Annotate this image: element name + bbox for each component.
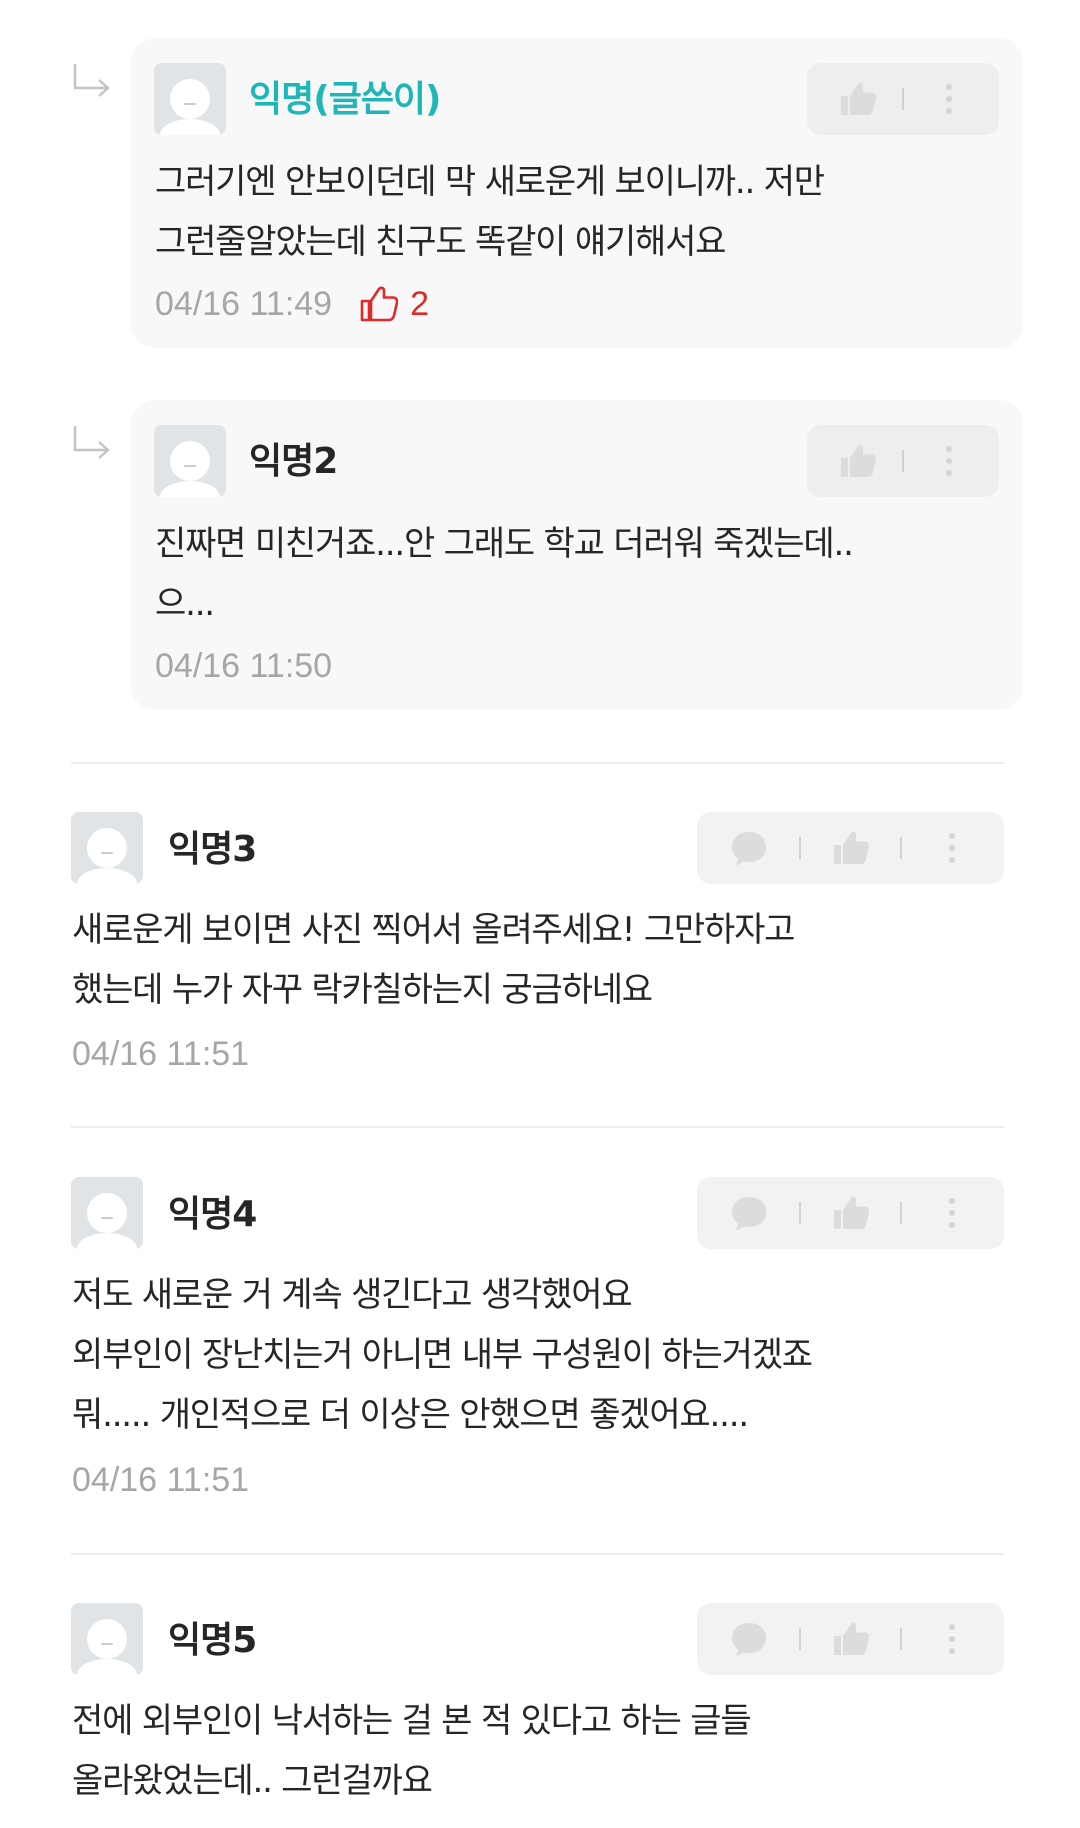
comment-line: 했는데 누가 자꾸 락카칠하는지 궁금하네요 [72, 970, 653, 1010]
comment-actions [697, 1177, 1004, 1249]
comment-line: 새로운게 보이면 사진 찍어서 올려주세요! 그만하자고 [72, 910, 795, 950]
comment-line: 뭐..... 개인적으로 더 이상은 안했으면 좋겠어요.... [72, 1395, 749, 1435]
divider [71, 1126, 1004, 1128]
reply-comment: 익명(글쓴이) 그러기엔 안보이던데 막 새로운게 보이니까.. 저만 그런줄알… [131, 38, 1023, 348]
thumbs-up-icon [830, 1619, 870, 1659]
reply-button[interactable] [727, 1191, 771, 1235]
avatar[interactable] [154, 425, 226, 497]
action-divider [900, 837, 903, 859]
more-vertical-icon [946, 1619, 958, 1659]
divider [71, 762, 1004, 764]
comment-body: 전에 외부인이 낙서하는 걸 본 적 있다고 하는 글들 올라왔었는데.. 그런… [72, 1691, 752, 1811]
timestamp: 04/16 11:51 [72, 1035, 250, 1073]
reply-button[interactable] [727, 1617, 771, 1661]
nickname: 익명2 [249, 441, 338, 482]
thumbs-up-outline-icon [360, 286, 399, 322]
comment-line: 그런줄알았는데 친구도 똑같이 얘기해서요 [155, 222, 726, 262]
avatar[interactable] [71, 1603, 143, 1675]
nickname: 익명3 [168, 829, 257, 870]
reply-arrow-icon [71, 62, 115, 106]
divider [71, 1553, 1004, 1555]
action-divider [798, 1628, 801, 1650]
more-options-button[interactable] [927, 439, 971, 483]
like-button[interactable] [828, 1191, 872, 1235]
thumbs-up-icon [837, 79, 877, 119]
speech-bubble-icon [729, 1193, 769, 1233]
nickname: 익명4 [168, 1194, 257, 1235]
comment-list: 익명(글쓴이) 그러기엔 안보이던데 막 새로운게 보이니까.. 저만 그런줄알… [0, 0, 1080, 1828]
speech-bubble-icon [729, 828, 769, 868]
more-vertical-icon [946, 828, 958, 868]
comment-meta: 04/16 11:50 [155, 646, 332, 686]
comment-line: 으... [155, 584, 215, 624]
speech-bubble-icon [729, 1619, 769, 1659]
comment-actions [697, 812, 1004, 884]
thumbs-up-icon [830, 828, 870, 868]
comment-line: 올라왔었는데.. 그런걸까요 [72, 1761, 433, 1801]
comment-body: 새로운게 보이면 사진 찍어서 올려주세요! 그만하자고 했는데 누가 자꾸 락… [72, 900, 795, 1020]
comment-meta: 04/16 11:51 [72, 1034, 249, 1074]
comment-actions [697, 1603, 1004, 1675]
comment-line: 저도 새로운 거 계속 생긴다고 생각했어요 [72, 1275, 633, 1315]
comment-meta: 04/16 11:51 [72, 1460, 249, 1500]
action-divider [901, 450, 904, 472]
action-divider [798, 837, 801, 859]
comment-actions [807, 63, 999, 135]
comment-body: 그러기엔 안보이던데 막 새로운게 보이니까.. 저만 그런줄알았는데 친구도 … [155, 152, 825, 272]
comment-body: 진짜면 미친거죠...안 그래도 학교 더러워 죽겠는데.. 으... [155, 514, 854, 634]
reply-arrow-icon [71, 424, 115, 468]
like-button[interactable] [828, 1617, 872, 1661]
more-options-button[interactable] [930, 1617, 974, 1661]
like-count-value: 2 [410, 285, 430, 323]
timestamp: 04/16 11:51 [72, 1461, 250, 1499]
nickname: 익명(글쓴이) [249, 79, 442, 120]
like-button[interactable] [835, 439, 879, 483]
avatar[interactable] [154, 63, 226, 135]
action-divider [798, 1202, 801, 1224]
thumbs-up-icon [830, 1193, 870, 1233]
thumbs-up-icon [837, 441, 877, 481]
more-vertical-icon [946, 1193, 958, 1233]
more-options-button[interactable] [930, 826, 974, 870]
reply-button[interactable] [727, 826, 771, 870]
comment-actions [807, 425, 999, 497]
action-divider [900, 1628, 903, 1650]
more-vertical-icon [943, 79, 955, 119]
comment-meta: 04/16 11:49 2 [155, 284, 429, 324]
comment-line: 외부인이 장난치는거 아니면 내부 구성원이 하는거겠죠 [72, 1335, 813, 1375]
comment-line: 전에 외부인이 낙서하는 걸 본 적 있다고 하는 글들 [72, 1701, 752, 1741]
comment-line: 그러기엔 안보이던데 막 새로운게 보이니까.. 저만 [155, 162, 825, 202]
avatar[interactable] [71, 1177, 143, 1249]
more-options-button[interactable] [927, 77, 971, 121]
like-count: 2 [358, 284, 429, 324]
action-divider [900, 1202, 903, 1224]
nickname: 익명5 [168, 1620, 257, 1661]
comment-line: 진짜면 미친거죠...안 그래도 학교 더러워 죽겠는데.. [155, 524, 854, 564]
like-button[interactable] [835, 77, 879, 121]
timestamp: 04/16 11:50 [155, 647, 333, 685]
comment-body: 저도 새로운 거 계속 생긴다고 생각했어요 외부인이 장난치는거 아니면 내부… [72, 1265, 813, 1445]
reply-comment: 익명2 진짜면 미친거죠...안 그래도 학교 더러워 죽겠는데.. 으... … [131, 400, 1023, 710]
like-button[interactable] [828, 826, 872, 870]
more-vertical-icon [943, 441, 955, 481]
timestamp: 04/16 11:49 [155, 285, 333, 323]
more-options-button[interactable] [930, 1191, 974, 1235]
avatar[interactable] [71, 812, 143, 884]
action-divider [901, 88, 904, 110]
